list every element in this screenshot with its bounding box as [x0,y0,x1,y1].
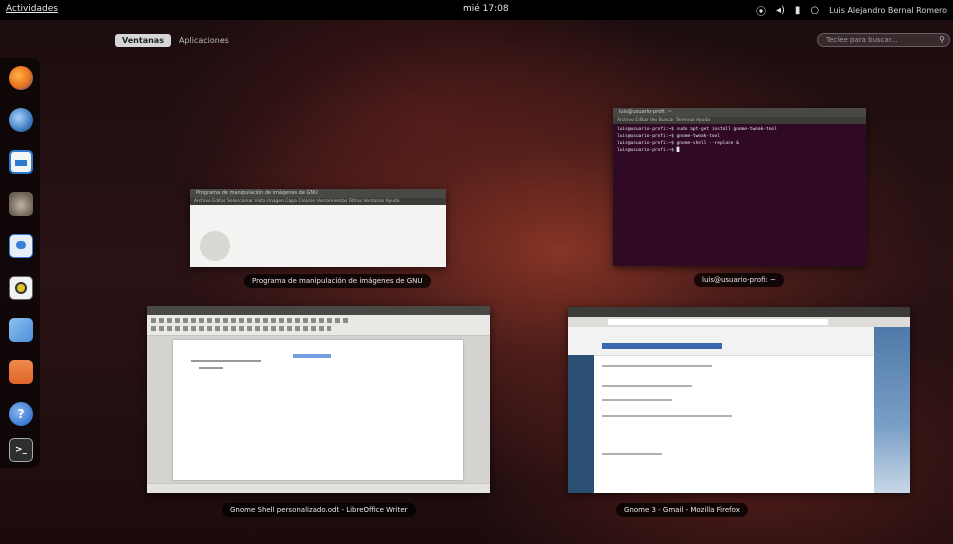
gmail-row [602,399,672,401]
window-terminal-thumbnail[interactable]: luis@usuario-profi: ~ Archivo Editar Ver… [613,108,866,266]
terminal-line: luis@usuario-profi:~$ gnome-shell --repl… [617,141,739,146]
writer-titlebar [147,306,490,315]
window-writer-thumbnail[interactable] [147,306,490,493]
accessibility-icon[interactable]: ⦿ [756,3,766,18]
battery-icon[interactable]: ▮ [795,5,801,16]
rhythmbox-icon[interactable] [9,276,33,300]
gmail-header [568,327,910,356]
user-status-icon: ○ [810,4,820,16]
clock[interactable]: mié 17:08 [463,4,509,14]
caption-terminal[interactable]: luis@usuario-profi: ~ [694,273,784,287]
writer-toolbar [147,315,490,336]
user-menu[interactable]: Luis Alejandro Bernal Romero [829,6,947,15]
gnome-shell-overview: Actividades mié 17:08 ⦿ ◂) ▮ ○ Luis Alej… [0,0,953,544]
gimp-titlebar: Programa de manipulación de imágenes de … [190,189,446,198]
firefox-url-field [608,319,828,325]
writer-text-line [191,360,261,362]
terminal-icon[interactable]: >_ [9,438,33,462]
writer-page [173,340,463,480]
gimp-canvas [190,205,446,267]
terminal-line: luis@usuario-profi:~$ sudo apt-get insta… [617,127,777,132]
search-icon: ⚲ [939,35,945,44]
firefox-sidebar-image [874,327,910,493]
writer-selection [293,354,331,358]
activities-button[interactable]: Actividades [6,4,58,14]
caption-writer[interactable]: Gnome Shell personalizado.odt - LibreOff… [222,503,416,517]
view-selector: Ventanas Aplicaciones [115,34,229,47]
caption-firefox[interactable]: Gnome 3 - Gmail - Mozilla Firefox [616,503,748,517]
gimp-icon[interactable] [9,192,33,216]
terminal-line: luis@usuario-profi:~$ gnome-tweak-tool [617,134,720,139]
window-firefox-thumbnail[interactable] [568,307,910,493]
window-gimp-thumbnail[interactable]: Programa de manipulación de imágenes de … [190,189,446,267]
gmail-row [602,385,692,387]
gmail-row [602,365,712,367]
tab-windows[interactable]: Ventanas [115,34,171,47]
caption-gimp[interactable]: Programa de manipulación de imágenes de … [244,274,431,288]
firefox-tabbar [568,307,910,317]
terminal-glyph: >_ [14,445,28,455]
gimp-wilber-icon [200,231,230,261]
files-icon[interactable] [9,360,33,384]
gmail-row [602,415,732,417]
terminal-menubar: Archivo Editar Ver Buscar Terminal Ayuda [613,117,866,124]
firefox-icon[interactable] [9,66,33,90]
search-input[interactable] [826,34,934,46]
empathy-icon[interactable] [9,234,33,258]
terminal-titlebar: luis@usuario-profi: ~ [613,108,866,117]
gmail-sidebar [568,355,594,493]
firefox-navbar [568,317,910,327]
writer-statusbar [147,483,490,493]
gmail-toolbar [602,343,722,349]
gimp-menubar: Archivo Editar Seleccionar Vista Imagen … [190,198,446,205]
shotwell-icon[interactable] [9,318,33,342]
help-icon[interactable]: ? [9,402,33,426]
tab-applications[interactable]: Aplicaciones [179,36,229,45]
volume-icon[interactable]: ◂) [776,5,785,16]
writer-text-line [199,367,223,369]
top-panel: Actividades mié 17:08 ⦿ ◂) ▮ ○ Luis Alej… [0,0,953,20]
libreoffice-writer-icon[interactable] [9,150,33,174]
dash: ? >_ [0,58,40,468]
gmail-row [602,453,662,455]
help-glyph: ? [17,407,25,421]
thunderbird-icon[interactable] [9,108,33,132]
status-area: ⦿ ◂) ▮ ○ Luis Alejandro Bernal Romero [756,2,947,18]
search-box: ⚲ [817,33,950,47]
terminal-line: luis@usuario-profi:~$ █ [617,148,680,153]
